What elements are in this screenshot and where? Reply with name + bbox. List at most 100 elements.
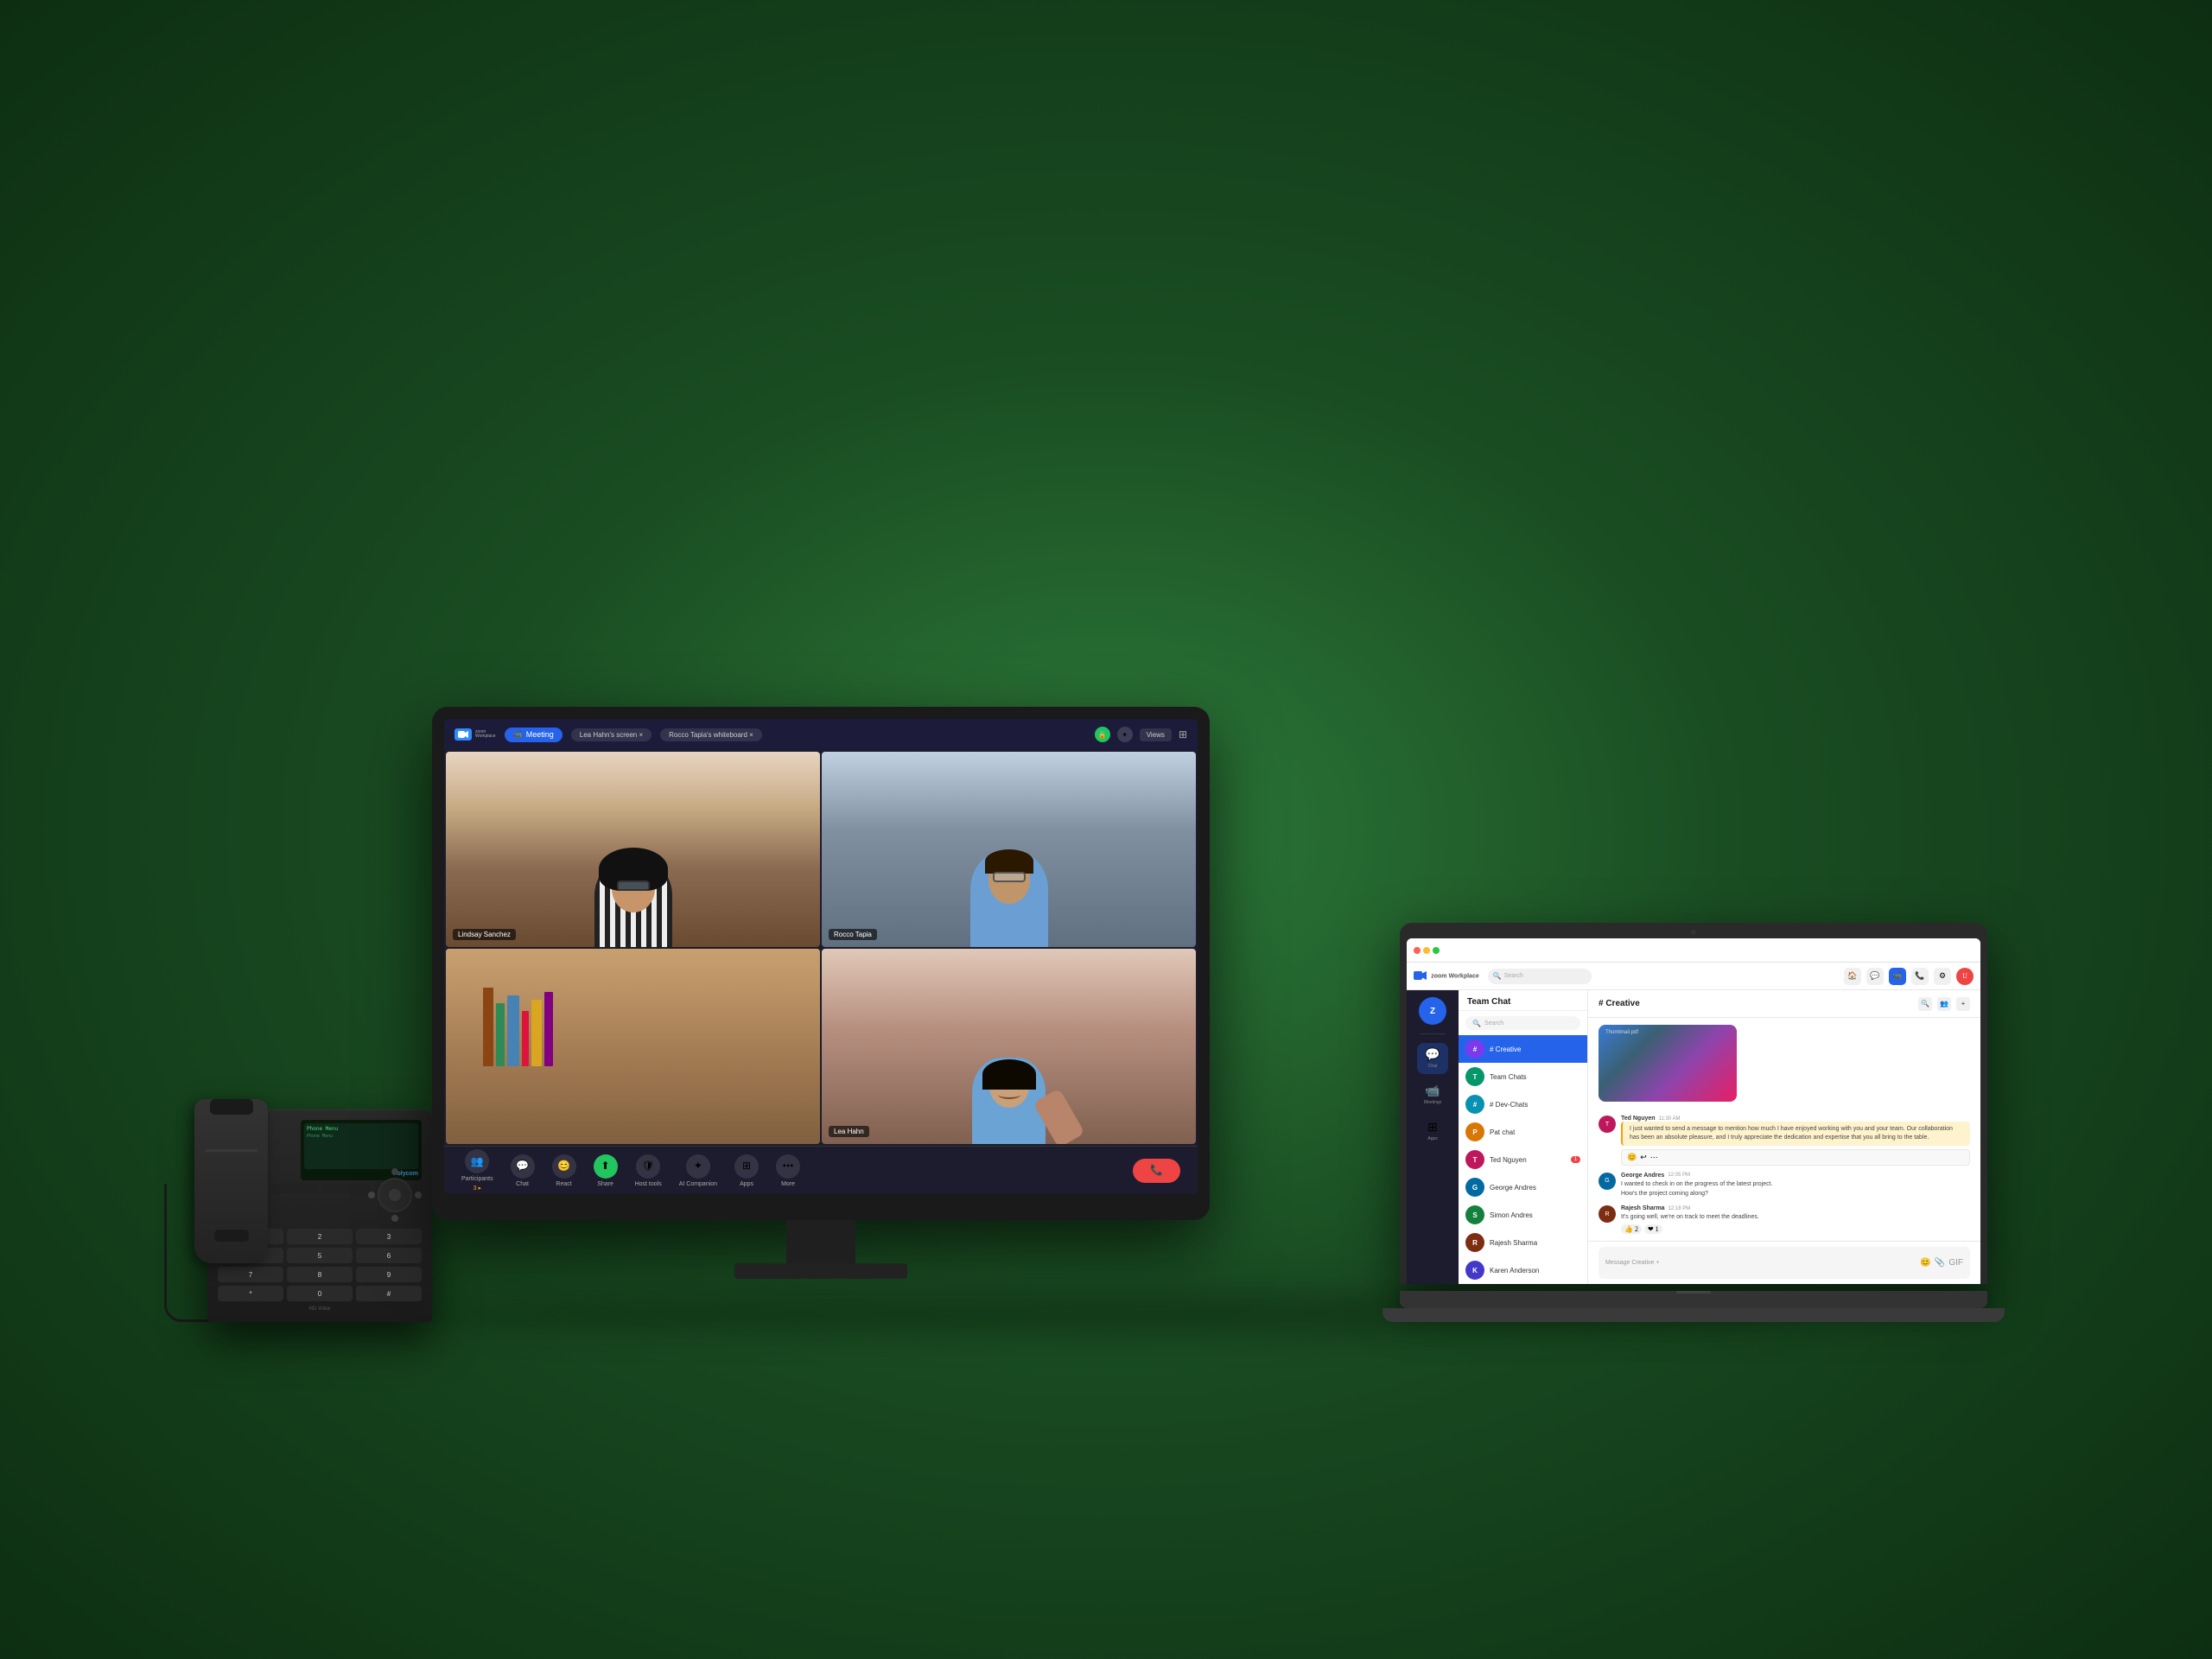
chat-item-teamchats[interactable]: T Team Chats	[1459, 1063, 1587, 1090]
book-6	[544, 992, 553, 1066]
chat-avatar-karen: K	[1465, 1261, 1484, 1280]
numpad-3[interactable]: 3	[356, 1229, 422, 1244]
phone-nav-down[interactable]	[391, 1215, 398, 1222]
video-label-1: Lindsay Sanchez	[453, 929, 516, 940]
nav-avatar[interactable]: U	[1956, 968, 1974, 985]
head-1	[612, 865, 655, 912]
message-2: G George Andres 12:05 PM I wanted to che…	[1599, 1173, 1970, 1199]
sidebar-user-avatar[interactable]: Z	[1419, 997, 1446, 1025]
sidebar-chat-icon[interactable]: 💬 Chat	[1417, 1043, 1448, 1074]
emoji-btn[interactable]: 😊	[1627, 1153, 1637, 1162]
end-call-area: 📞	[1133, 1159, 1180, 1183]
lea-screen-tab[interactable]: Lea Hahn's screen ×	[571, 728, 652, 741]
book-4	[522, 1011, 529, 1065]
chat-item-dev[interactable]: # # Dev-Chats	[1459, 1090, 1587, 1118]
host-icon[interactable]: 🛡	[636, 1154, 660, 1179]
more-icon[interactable]: •••	[776, 1154, 800, 1179]
numpad-2[interactable]: 2	[287, 1229, 353, 1244]
numpad-9[interactable]: 9	[356, 1267, 422, 1282]
chat-avatar-creative: #	[1465, 1039, 1484, 1058]
glasses	[617, 880, 650, 891]
rocco-whiteboard-tab[interactable]: Rocco Tapia's whiteboard ×	[660, 728, 762, 741]
msg-content-2: George Andres 12:05 PM I wanted to check…	[1621, 1173, 1970, 1199]
chat-icon[interactable]: 💬	[511, 1154, 535, 1179]
nav-home-btn[interactable]: 🏠	[1844, 968, 1861, 985]
chat-item-ted[interactable]: T Ted Nguyen 1	[1459, 1146, 1587, 1173]
handset-speaker	[210, 1099, 253, 1115]
participants-icon[interactable]: 👥	[465, 1149, 489, 1173]
ai-companion-icon[interactable]: ✦	[686, 1154, 710, 1179]
msg-header-3: Rajesh Sharma 12:18 PM	[1621, 1205, 1970, 1211]
numpad-7[interactable]: 7	[218, 1267, 283, 1282]
toolbar-share: ⬆ Share	[594, 1154, 618, 1187]
msg-header-1: Ted Nguyen 11:30 AM	[1621, 1116, 1970, 1122]
views-button[interactable]: Views	[1140, 728, 1172, 741]
nav-meetings-btn[interactable]: 📹	[1889, 968, 1906, 985]
video-grid: Lindsay Sanchez	[444, 750, 1198, 1146]
chat-item-creative[interactable]: # # Creative	[1459, 1035, 1587, 1063]
react-btn[interactable]: ⋯	[1650, 1153, 1658, 1162]
video-cell-lindsay: Lindsay Sanchez	[446, 752, 820, 947]
phone-nav-center[interactable]	[389, 1189, 401, 1201]
numpad-hash[interactable]: #	[356, 1286, 422, 1301]
phone-nav-right[interactable]	[415, 1192, 422, 1198]
nav-phone-btn[interactable]: 📞	[1911, 968, 1929, 985]
numpad-8[interactable]: 8	[287, 1267, 353, 1282]
meeting-ui: zoom Workplace 📹 Meeting Lea Hahn's scre…	[444, 719, 1198, 1194]
phone-softkey-2[interactable]	[270, 1184, 318, 1194]
chat-item-george[interactable]: G George Andres	[1459, 1173, 1587, 1201]
end-call-button[interactable]: 📞	[1133, 1159, 1180, 1183]
minimize-button[interactable]	[1423, 947, 1430, 954]
numpad-5[interactable]: 5	[287, 1248, 353, 1263]
numpad-star[interactable]: *	[218, 1286, 283, 1301]
grid-icon[interactable]: ⊞	[1179, 728, 1187, 741]
chat-input-bar[interactable]: Message Creative + 😊 📎 GIF	[1599, 1247, 1970, 1279]
react-icon[interactable]: 😊	[552, 1154, 576, 1179]
head-4	[989, 1065, 1029, 1108]
nav-settings-btn[interactable]: ⚙	[1934, 968, 1951, 985]
phone-nav-btn[interactable]	[391, 1168, 398, 1175]
sidebar-apps-icon[interactable]: ⊞ Apps	[1417, 1116, 1448, 1147]
chat-item-simon[interactable]: S Simon Andres	[1459, 1201, 1587, 1229]
apps-icon[interactable]: ⊞	[734, 1154, 759, 1179]
figure-2	[957, 852, 1061, 947]
toolbar-participants: 👥 Participants 3 ▸	[461, 1149, 493, 1192]
reaction-thumb[interactable]: 👍 2	[1621, 1224, 1642, 1234]
chat-search-btn[interactable]: 🔍	[1918, 997, 1932, 1011]
attachment-btn[interactable]: 📎	[1935, 1258, 1945, 1268]
chat-item-rajesh[interactable]: R Rajesh Sharma	[1459, 1229, 1587, 1256]
gif-btn[interactable]: GIF	[1948, 1258, 1963, 1268]
chat-item-karen[interactable]: K Karen Anderson	[1459, 1256, 1587, 1284]
laptop-screen: zoom Workplace 🔍 Search 🏠 💬 📹 📞 ⚙	[1407, 938, 1980, 1284]
msg-sender-1: Ted Nguyen	[1621, 1116, 1656, 1122]
nav-search-bar[interactable]: 🔍 Search	[1488, 969, 1592, 984]
reaction-heart[interactable]: ❤ 1	[1644, 1224, 1662, 1234]
chat-members-btn[interactable]: 👥	[1937, 997, 1951, 1011]
chat-add-btn[interactable]: +	[1956, 997, 1970, 1011]
channel-name: # Creative	[1599, 999, 1640, 1008]
phone-nav-circle[interactable]	[378, 1178, 412, 1212]
figure-1	[582, 861, 685, 947]
share-icon[interactable]: ⬆	[594, 1154, 618, 1179]
numpad-6[interactable]: 6	[356, 1248, 422, 1263]
maximize-button[interactable]	[1433, 947, 1440, 954]
glasses-2	[993, 872, 1026, 882]
meeting-tab[interactable]: 📹 Meeting	[505, 728, 563, 742]
ai-icon[interactable]: ✦	[1117, 727, 1133, 742]
nav-chat-btn[interactable]: 💬	[1866, 968, 1884, 985]
phone-softkey-3[interactable]	[321, 1184, 370, 1194]
reply-btn[interactable]: ↩	[1640, 1153, 1647, 1162]
numpad-0[interactable]: 0	[287, 1286, 353, 1301]
chat-avatar-simon: S	[1465, 1205, 1484, 1224]
phone-nav-left[interactable]	[368, 1192, 375, 1198]
sidebar-meetings-icon[interactable]: 📹 Meetings	[1417, 1079, 1448, 1110]
security-icon[interactable]: 🔒	[1095, 727, 1110, 742]
zoom-chat-main: Z 💬 Chat 📹 Meetings ⊞	[1407, 990, 1980, 1284]
emoji-input-btn[interactable]: 😊	[1920, 1258, 1930, 1268]
desk-phone: Phone Menu Phone Menu Polycom	[207, 1109, 432, 1322]
chat-item-pat[interactable]: P Pat chat	[1459, 1118, 1587, 1146]
bookshelf-books	[483, 988, 782, 1065]
close-button[interactable]	[1414, 947, 1421, 954]
image-gradient	[1599, 1025, 1737, 1102]
chat-search-input[interactable]: 🔍 Search	[1465, 1016, 1580, 1030]
